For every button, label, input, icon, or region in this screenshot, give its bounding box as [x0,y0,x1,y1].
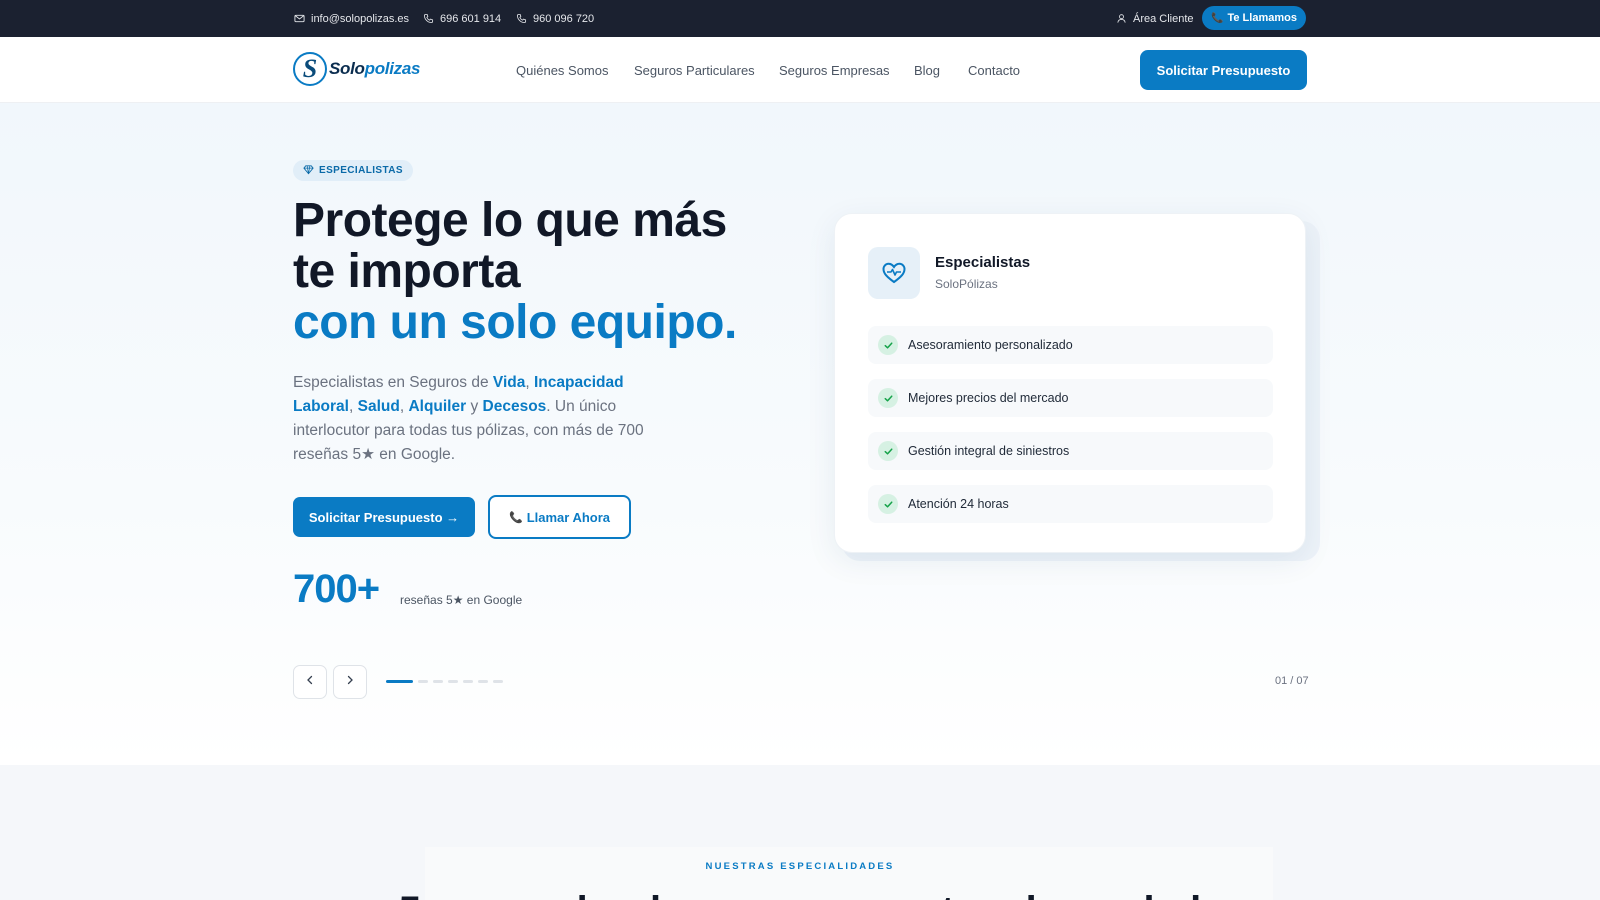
nav-item-contacto[interactable]: Contacto [968,63,1020,78]
lead-text: , [348,398,358,415]
headline-line-1: Protege lo que más [293,194,727,247]
topbar-phone-2[interactable]: 960 096 720 [515,0,594,37]
phone-icon: 📞 [1211,12,1224,24]
slider-dot-7[interactable] [493,680,503,683]
section-title: 5 ramos donde somos expertos de verdad [0,887,1600,900]
topbar-phone-1-text: 696 601 914 [440,12,502,25]
heart-pulse-icon [868,247,920,299]
feature-item: Mejores precios del mercado [868,379,1273,417]
phone-icon [422,13,434,25]
slide-counter: 01 / 07 [1275,675,1309,687]
client-area-label: Área Cliente [1133,12,1194,25]
mail-icon [293,13,305,25]
slider-dot-6[interactable] [478,680,488,683]
callback-button-label: Te Llamamos [1227,12,1297,24]
topbar-phone-1[interactable]: 696 601 914 [422,0,501,37]
call-now-label: Llamar Ahora [526,509,611,525]
check-icon [878,335,898,355]
section-title-wrapper: 5 ramos donde somos expertos de verdad [0,887,1600,900]
phone-icon: 📞 [508,511,523,524]
specialties-section: NUESTRAS ESPECIALIDADES 5 ramos donde so… [0,765,1600,900]
nav-item-blog[interactable]: Blog [914,63,940,78]
slider-dot-4[interactable] [448,680,458,683]
card-subtitle: SoloPólizas [935,277,998,291]
logo[interactable]: S Solopolizas [293,51,420,87]
section-kicker: NUESTRAS ESPECIALIDADES [705,861,895,872]
feature-item: Atención 24 horas [868,485,1273,523]
check-icon [878,388,898,408]
hero-request-quote-button[interactable]: Solicitar Presupuesto → [293,497,475,537]
nav-item-seguros-particulares[interactable]: Seguros Particulares [634,63,755,78]
gem-icon [303,164,314,178]
lead-text: Especialistas en Seguros de [293,374,493,391]
specialists-badge: ESPECIALISTAS [293,160,413,181]
check-icon [878,441,898,461]
check-icon [878,494,898,514]
lead-link-alquiler[interactable]: Alquiler [408,398,466,415]
user-icon [1115,13,1127,25]
slider-dot-5[interactable] [463,680,473,683]
lead-text: y [466,398,483,415]
card-title: Especialistas [935,254,1031,271]
topbar-email[interactable]: info@solopolizas.es [293,0,409,37]
specialists-card: Especialistas SoloPólizas Asesoramiento … [834,213,1306,553]
badge-label: ESPECIALISTAS [319,165,403,176]
feature-label: Gestión integral de siniestros [908,444,1070,458]
main-header: S Solopolizas Quiénes Somos Seguros Part… [0,37,1600,103]
slider-dot-3[interactable] [433,680,443,683]
lead-link-vida[interactable]: Vida [493,374,525,391]
nav-item-quienes-somos[interactable]: Quiénes Somos [516,63,609,78]
logo-mark: S [293,52,327,86]
hero-headline: Protege lo que más te importa con un sol… [293,195,813,348]
feature-item: Gestión integral de siniestros [868,432,1273,470]
reviews-count: 700+ [293,567,380,611]
topbar-phone-2-text: 960 096 720 [533,12,595,25]
hero-lead: Especialistas en Seguros de Vida, Incapa… [293,371,673,467]
top-bar: info@solopolizas.es 696 601 914 960 096 … [0,0,1600,37]
callback-button[interactable]: 📞 Te Llamamos [1202,6,1306,30]
slider-dot-2[interactable] [418,680,428,683]
feature-item: Asesoramiento personalizado [868,326,1273,364]
slider-prev-button[interactable] [293,665,327,699]
feature-label: Asesoramiento personalizado [908,338,1073,352]
call-now-button[interactable]: 📞 Llamar Ahora [488,495,631,539]
headline-accent: con un solo equipo. [293,296,737,349]
logo-prefix: Solo [329,59,365,78]
slider-dot-1[interactable] [386,680,413,683]
hero-section: ESPECIALISTAS Protege lo que más te impo… [0,103,1600,765]
reviews-label: reseñas 5★ en Google [400,593,523,607]
phone-icon [515,13,527,25]
lead-link-salud[interactable]: Salud [358,398,400,415]
slider-next-button[interactable] [333,665,367,699]
nav-item-seguros-empresas[interactable]: Seguros Empresas [779,63,890,78]
chevron-left-icon [304,673,316,691]
lead-link-decesos[interactable]: Decesos [483,398,547,415]
feature-label: Mejores precios del mercado [908,391,1069,405]
client-area-link[interactable]: Área Cliente [1115,0,1194,37]
topbar-email-text: info@solopolizas.es [311,12,409,25]
lead-text: , [525,374,534,391]
logo-text: Solopolizas [329,59,420,79]
logo-suffix: polizas [364,59,421,78]
headline-line-2: te importa [293,245,521,298]
request-quote-button[interactable]: Solicitar Presupuesto [1140,50,1307,90]
feature-label: Atención 24 horas [908,497,1009,511]
chevron-right-icon [344,673,356,691]
